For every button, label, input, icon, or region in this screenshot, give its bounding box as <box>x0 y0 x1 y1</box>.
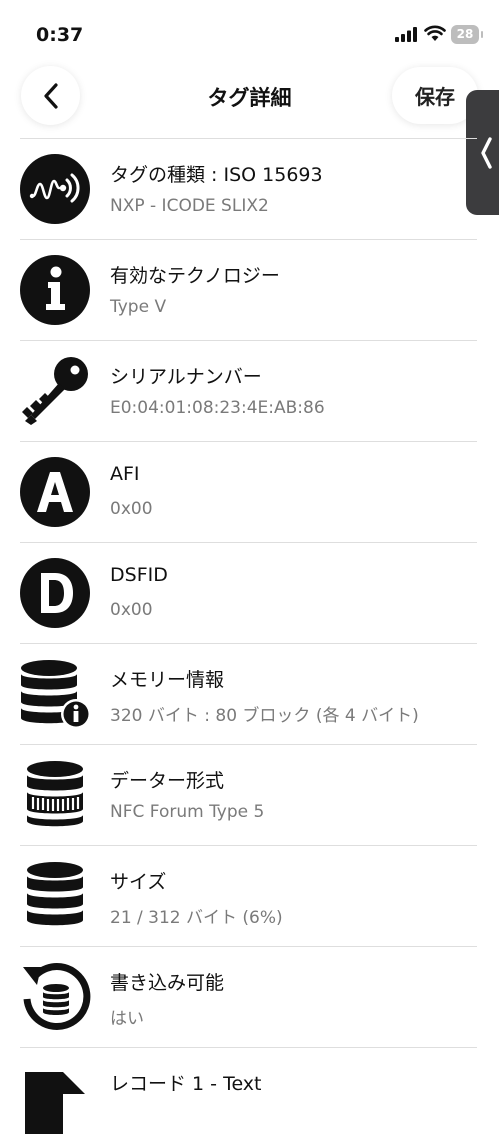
row-value: 320 バイト : 80 ブロック (各 4 バイト) <box>110 706 419 726</box>
letter-a-icon <box>20 457 90 527</box>
row-value: はい <box>110 1009 144 1029</box>
nfc-tag-icon <box>20 154 90 224</box>
list-item-dsfid[interactable]: DSFID 0x00 <box>0 542 499 643</box>
row-value: NFC Forum Type 5 <box>110 802 265 822</box>
list-item-record-1[interactable]: レコード 1 - Text <box>0 1047 499 1148</box>
battery-level: 28 <box>456 27 474 41</box>
key-icon <box>22 357 88 425</box>
row-title: データー形式 <box>110 770 225 792</box>
row-title: 有効なテクノロジー <box>110 265 280 287</box>
row-value: Type V <box>110 297 167 317</box>
battery-tip <box>481 31 483 38</box>
list-item-technology[interactable]: 有効なテクノロジー Type V <box>0 239 499 340</box>
database-refresh-icon <box>23 963 91 1031</box>
row-title: シリアルナンバー <box>110 366 262 388</box>
row-title: DSFID <box>110 564 168 586</box>
row-title: 書き込み可能 <box>110 972 225 994</box>
list-item-writable[interactable]: 書き込み可能 はい <box>0 946 499 1047</box>
info-icon <box>20 255 90 325</box>
row-title: メモリー情報 <box>110 669 225 691</box>
row-title: サイズ <box>110 871 167 893</box>
list-item-memory-info[interactable]: メモリー情報 320 バイト : 80 ブロック (各 4 バイト) <box>0 643 499 744</box>
row-value: 0x00 <box>110 499 153 519</box>
list-item-size[interactable]: サイズ 21 / 312 バイト (6%) <box>0 845 499 946</box>
row-title: レコード 1 - Text <box>110 1073 262 1095</box>
letter-d-icon <box>20 558 90 628</box>
database-info-icon <box>21 660 91 729</box>
row-title: AFI <box>110 463 140 485</box>
cellular-signal-icon <box>395 27 417 42</box>
battery-icon: 28 <box>451 25 479 44</box>
status-time: 0:37 <box>36 24 84 46</box>
database-format-icon <box>27 761 83 827</box>
list-item-tag-type[interactable]: タグの種類 : ISO 15693 NXP - ICODE SLIX2 <box>0 138 499 239</box>
record-icon <box>25 1072 85 1134</box>
database-icon <box>27 862 83 926</box>
tag-detail-list: タグの種類 : ISO 15693 NXP - ICODE SLIX2 有効なテ… <box>0 138 499 1148</box>
row-value: 21 / 312 バイト (6%) <box>110 908 283 928</box>
list-item-serial-number[interactable]: シリアルナンバー E0:04:01:08:23:4E:AB:86 <box>0 340 499 441</box>
list-item-data-format[interactable]: データー形式 NFC Forum Type 5 <box>0 744 499 845</box>
status-bar: 0:37 28 <box>0 0 499 70</box>
wifi-icon <box>424 25 446 41</box>
list-item-afi[interactable]: AFI 0x00 <box>0 441 499 542</box>
row-title: タグの種類 : ISO 15693 <box>110 164 323 186</box>
row-value: NXP - ICODE SLIX2 <box>110 196 269 216</box>
row-value: 0x00 <box>110 600 153 620</box>
row-value: E0:04:01:08:23:4E:AB:86 <box>110 398 325 418</box>
nav-bar: タグ詳細 保存 <box>0 66 499 138</box>
